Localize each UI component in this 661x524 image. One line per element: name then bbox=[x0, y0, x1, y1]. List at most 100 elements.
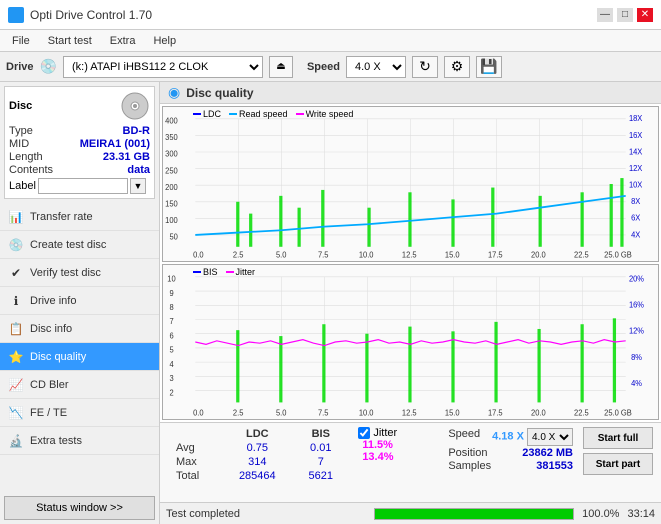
disc-panel: Disc Type BD-R MID MEIRA1 (001) Length 2… bbox=[4, 86, 155, 199]
disc-length-label: Length bbox=[9, 151, 43, 163]
nav-cd-bler[interactable]: 📈 CD Bler bbox=[0, 371, 159, 399]
legend-bis-label: BIS bbox=[203, 267, 218, 277]
col-header-bis: BIS bbox=[293, 427, 348, 441]
save-button[interactable]: 💾 bbox=[476, 56, 502, 78]
speed-label: Speed bbox=[307, 61, 340, 73]
drive-label: Drive bbox=[6, 61, 34, 73]
svg-text:400: 400 bbox=[165, 116, 178, 125]
samples-row: Samples 381553 bbox=[448, 460, 573, 472]
nav-extra-tests[interactable]: 🔬 Extra tests bbox=[0, 427, 159, 455]
disc-label-btn[interactable]: ▼ bbox=[130, 178, 146, 194]
stats-avg-bis: 0.01 bbox=[293, 441, 348, 455]
quality-header: ◉ Disc quality bbox=[160, 82, 661, 104]
fe-te-icon: 📉 bbox=[8, 405, 24, 421]
legend-write-speed: Write speed bbox=[296, 109, 354, 119]
stats-row-avg: Avg 0.75 0.01 bbox=[168, 441, 348, 455]
nav-fe-te[interactable]: 📉 FE / TE bbox=[0, 399, 159, 427]
disc-header: Disc bbox=[9, 91, 150, 121]
status-window-button[interactable]: Status window >> bbox=[4, 496, 155, 520]
menu-start-test[interactable]: Start test bbox=[40, 33, 100, 49]
nav-create-test-disc[interactable]: 💿 Create test disc bbox=[0, 231, 159, 259]
start-part-button[interactable]: Start part bbox=[583, 453, 653, 475]
title-bar-left: Opti Drive Control 1.70 bbox=[8, 7, 152, 23]
app-title: Opti Drive Control 1.70 bbox=[30, 8, 152, 22]
svg-text:200: 200 bbox=[165, 183, 178, 192]
app-icon bbox=[8, 7, 24, 23]
nav-disc-quality[interactable]: ⭐ Disc quality bbox=[0, 343, 159, 371]
disc-contents-label: Contents bbox=[9, 164, 53, 176]
disc-length-row: Length 23.31 GB bbox=[9, 151, 150, 163]
nav-verify-test-disc[interactable]: ✔ Verify test disc bbox=[0, 259, 159, 287]
nav-transfer-rate[interactable]: 📊 Transfer rate bbox=[0, 203, 159, 231]
svg-text:12.5: 12.5 bbox=[402, 408, 417, 417]
nav-disc-quality-label: Disc quality bbox=[30, 351, 86, 363]
nav-disc-info[interactable]: 📋 Disc info bbox=[0, 315, 159, 343]
disc-mid-label: MID bbox=[9, 138, 29, 150]
speed-selector[interactable]: 4.0 X 8.0 X MAX bbox=[346, 56, 406, 78]
samples-label: Samples bbox=[448, 460, 491, 472]
nav-disc-info-label: Disc info bbox=[30, 323, 72, 335]
svg-text:4%: 4% bbox=[631, 379, 642, 388]
extra-tests-icon: 🔬 bbox=[8, 433, 24, 449]
jitter-avg-value: 11.5% bbox=[362, 439, 393, 451]
start-full-button[interactable]: Start full bbox=[583, 427, 653, 449]
speed-row: Speed 4.18 X 4.0 X bbox=[448, 428, 573, 446]
settings-button[interactable]: ⚙ bbox=[444, 56, 470, 78]
close-button[interactable]: ✕ bbox=[637, 8, 653, 22]
svg-text:9: 9 bbox=[169, 288, 174, 297]
nav-cd-bler-label: CD Bler bbox=[30, 379, 69, 391]
speed-stat-label: Speed bbox=[448, 428, 480, 446]
svg-text:15.0: 15.0 bbox=[445, 408, 460, 417]
bis-legend: BIS Jitter bbox=[193, 267, 255, 277]
disc-length-value: 23.31 GB bbox=[103, 151, 150, 163]
speed-stat-select[interactable]: 4.0 X bbox=[527, 428, 573, 446]
svg-text:350: 350 bbox=[165, 133, 178, 142]
quality-header-icon: ◉ bbox=[168, 84, 180, 101]
svg-text:6X: 6X bbox=[631, 213, 641, 222]
bis-chart: BIS Jitter bbox=[162, 264, 659, 420]
stats-max-label: Max bbox=[168, 455, 221, 469]
menu-file[interactable]: File bbox=[4, 33, 38, 49]
speed-val: 4.18 X bbox=[492, 431, 524, 443]
jitter-max-row: 13.4% bbox=[358, 451, 438, 463]
drive-bar: Drive 💿 (k:) ATAPI iHBS112 2 CLOK ⏏ Spee… bbox=[0, 52, 661, 82]
disc-type-value: BD-R bbox=[123, 125, 151, 137]
svg-text:7.5: 7.5 bbox=[318, 408, 329, 417]
disc-type-label: Type bbox=[9, 125, 33, 137]
ldc-chart-svg: 400 350 300 250 200 150 100 50 18X 16X 1… bbox=[163, 107, 658, 261]
svg-text:16%: 16% bbox=[629, 300, 644, 309]
svg-text:10X: 10X bbox=[629, 180, 643, 189]
jitter-dot bbox=[226, 271, 234, 273]
jitter-checkbox[interactable] bbox=[358, 427, 370, 439]
legend-read-speed-label: Read speed bbox=[239, 109, 288, 119]
drive-selector[interactable]: (k:) ATAPI iHBS112 2 CLOK bbox=[63, 56, 263, 78]
legend-bis: BIS bbox=[193, 267, 218, 277]
svg-text:22.5: 22.5 bbox=[574, 250, 589, 259]
nav-transfer-rate-label: Transfer rate bbox=[30, 211, 93, 223]
svg-text:17.5: 17.5 bbox=[488, 408, 503, 417]
stats-total-ldc: 285464 bbox=[221, 469, 293, 483]
start-buttons: Start full Start part bbox=[583, 427, 653, 475]
svg-text:4: 4 bbox=[169, 360, 174, 369]
minimize-button[interactable]: — bbox=[597, 8, 613, 22]
disc-mid-value: MEIRA1 (001) bbox=[80, 138, 150, 150]
eject-button[interactable]: ⏏ bbox=[269, 56, 293, 78]
maximize-button[interactable]: □ bbox=[617, 8, 633, 22]
nav-drive-info-label: Drive info bbox=[30, 295, 76, 307]
position-value: 23862 MB bbox=[522, 447, 573, 459]
svg-text:8%: 8% bbox=[631, 352, 642, 361]
bis-chart-svg: 10 9 8 7 6 5 4 3 2 20% 16% 12% 8% 4% 0 bbox=[163, 265, 658, 419]
menu-extra[interactable]: Extra bbox=[102, 33, 144, 49]
svg-text:5.0: 5.0 bbox=[276, 250, 287, 259]
stats-total-label: Total bbox=[168, 469, 221, 483]
disc-label-input[interactable] bbox=[38, 178, 128, 194]
stats-row-max: Max 314 7 bbox=[168, 455, 348, 469]
svg-text:17.5: 17.5 bbox=[488, 250, 503, 259]
svg-text:18X: 18X bbox=[629, 114, 643, 123]
nav-drive-info[interactable]: ℹ Drive info bbox=[0, 287, 159, 315]
menu-help[interactable]: Help bbox=[145, 33, 184, 49]
refresh-button[interactable]: ↻ bbox=[412, 56, 438, 78]
nav-create-test-disc-label: Create test disc bbox=[30, 239, 106, 251]
content-area: ◉ Disc quality LDC Read speed bbox=[160, 82, 661, 524]
svg-text:6: 6 bbox=[169, 331, 174, 340]
